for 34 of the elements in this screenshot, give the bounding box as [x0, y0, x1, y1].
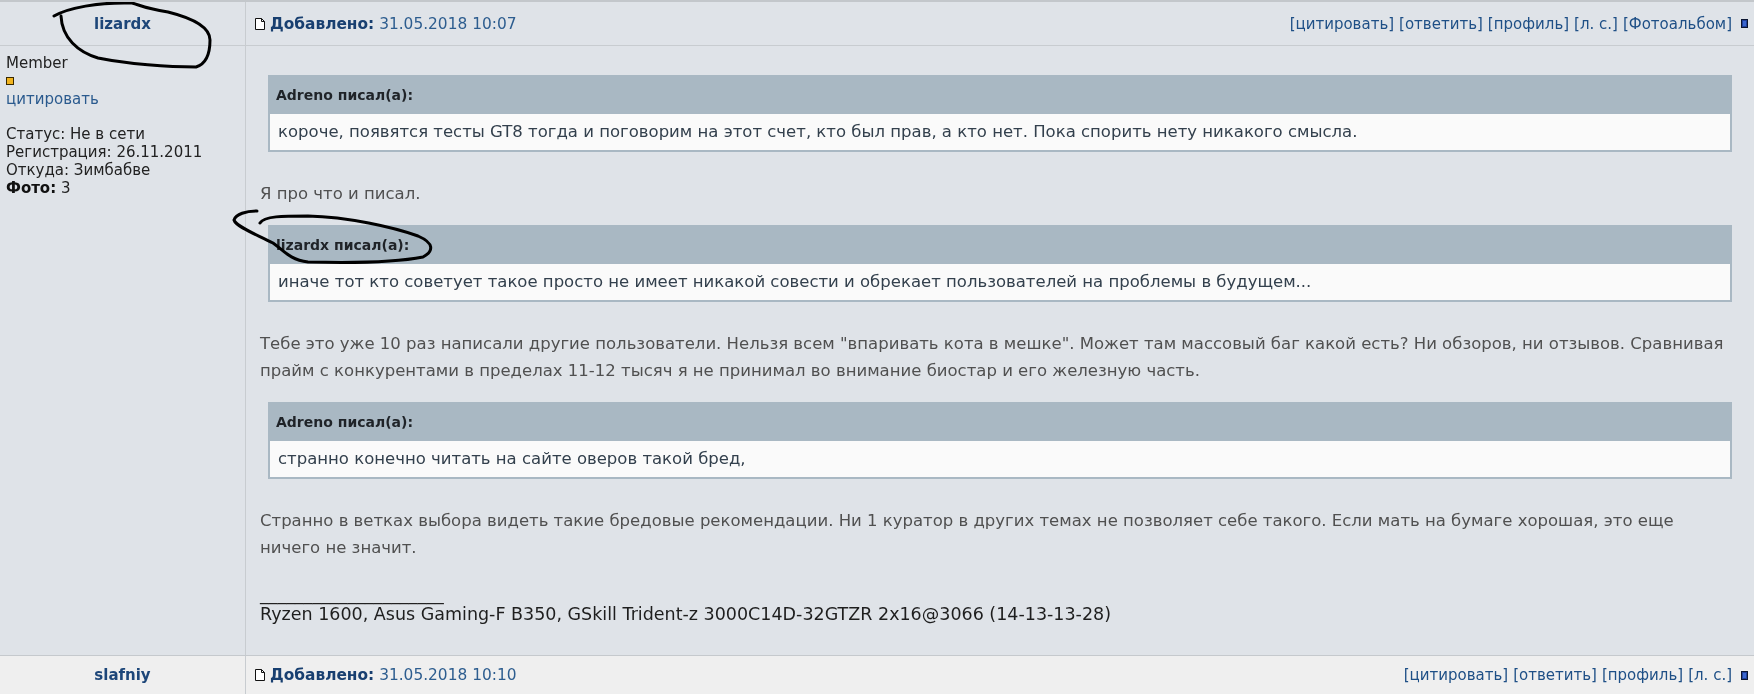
action-link[interactable]: [цитировать] [1289, 14, 1395, 33]
quote-text: короче, появятся тесты GT8 тогда и поговорим на этот счет, кто был прав, а кто нет. Пока спорить нету никакого смысла. [268, 114, 1732, 152]
post-date: Добавлено: 31.05.2018 10:10 [270, 666, 517, 684]
square-icon[interactable] [1741, 670, 1748, 680]
action-link[interactable]: [Фотоальбом] [1622, 14, 1732, 33]
quote-header: Adreno писал(а): [268, 75, 1732, 114]
post-text: Я про что и писал. [260, 183, 422, 205]
action-link[interactable]: [профиль] [1487, 14, 1570, 33]
author-name[interactable]: lizardx [94, 14, 151, 33]
author-name[interactable]: slafniy [94, 666, 151, 684]
quote-link[interactable]: цитировать [6, 90, 99, 108]
action-link[interactable]: [ответить] [1399, 14, 1483, 33]
action-link[interactable]: [ответить] [1513, 666, 1597, 684]
rank-square-icon [6, 77, 14, 85]
profile-detail: Откуда: Зимбабве [6, 161, 152, 179]
post-date: Добавлено: 31.05.2018 10:07 [270, 14, 517, 33]
action-link[interactable]: [цитировать] [1403, 666, 1509, 684]
action-link[interactable]: [профиль] [1601, 666, 1684, 684]
quote-text: странно конечно читать на сайте оверов такой бред, [268, 441, 1732, 479]
profile-detail: Регистрация: 26.11.2011 [6, 143, 204, 161]
post-text: Тебе это уже 10 раз написали другие пользователи. Нельзя всем "впаривать кота в мешке". Может там массовый баг какой есть? Ни обзоров, ни отзывов. Сравнивая прайм с конкурентами в пределах 11-12 тысяч я не принимал во внимание биостар и его железную часть. [260, 333, 1725, 382]
quote-header: Adreno писал(а): [268, 402, 1732, 441]
rank-label: Member [6, 54, 69, 72]
signature-rule: _____________________ [260, 585, 444, 603]
signature-text: Ryzen 1600, Asus Gaming-F B350, GSkill Trident-z 3000C14D-32GTZR 2x16@3066 (14-13-13-28) [260, 604, 1113, 624]
action-link[interactable]: [л. с.] [1688, 666, 1732, 684]
document-icon [255, 17, 265, 30]
quote-text: иначе тот кто советует такое просто не имеет никакой совести и обрекает пользователей на проблемы в будущем... [268, 264, 1732, 302]
action-link[interactable]: [л. с.] [1574, 14, 1618, 33]
document-icon [255, 669, 265, 681]
profile-detail: Фото: 3 [6, 179, 72, 197]
post-text: Странно в ветках выбора видеть такие бредовые рекомендации. Ни 1 куратор в других темах не позволяет себе такого. Если мать на бумаге хорошая, это еще ничего не значит. [260, 510, 1675, 559]
quote-header: lizardx писал(а): [268, 225, 1732, 264]
profile-detail: Статус: Не в сети [6, 125, 146, 143]
